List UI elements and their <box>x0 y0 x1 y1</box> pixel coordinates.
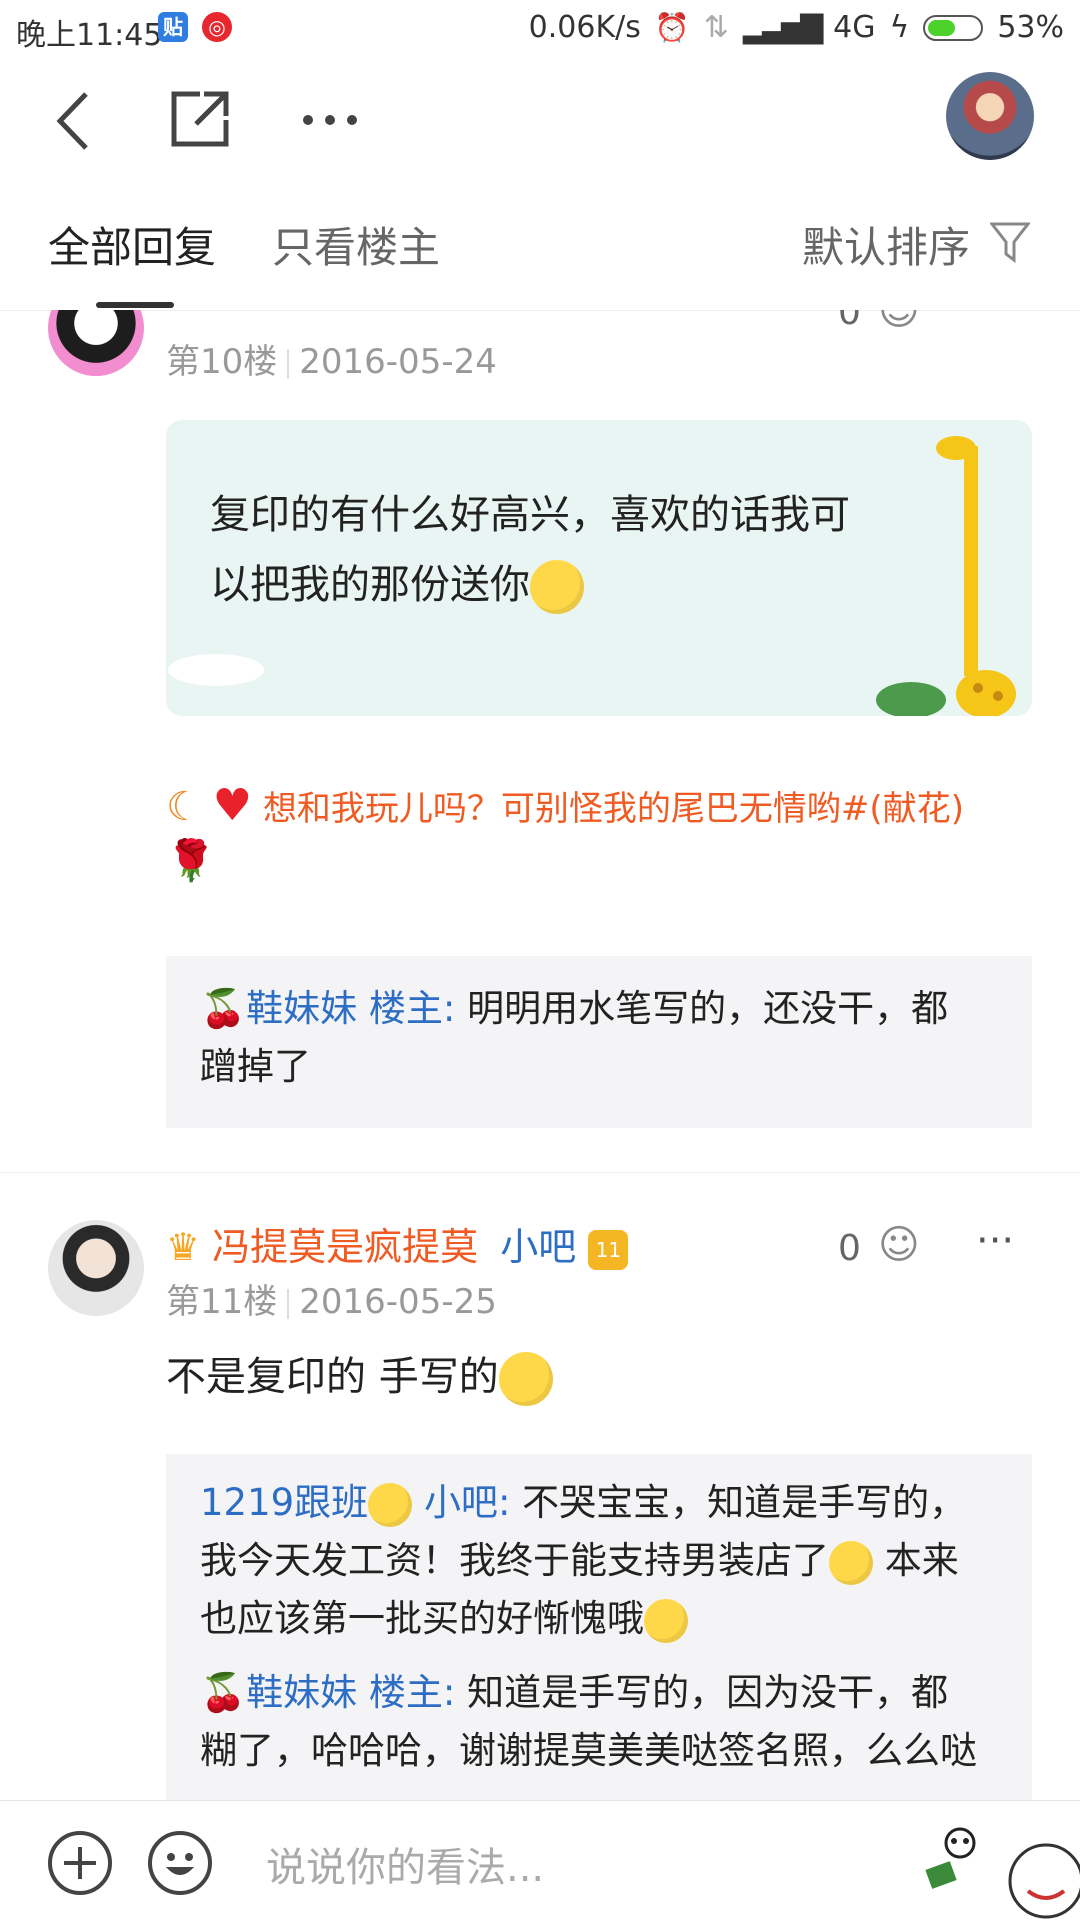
alarm-icon: ⏰ <box>654 11 690 44</box>
post-floor-10: 第10楼 2016-05-24 0 ☺ ··· 复印的有什么好高兴，喜欢的话我可 … <box>0 310 1080 1170</box>
like-icon[interactable]: ☺ <box>878 1222 920 1268</box>
reply-username[interactable]: 1219跟班 <box>200 1481 368 1524</box>
rose-icon: 🌹 <box>166 838 216 884</box>
reply-text-2: 蹭掉了 <box>200 1045 311 1088</box>
reply-username[interactable]: 鞋妹妹 <box>246 1671 357 1714</box>
sub-reply[interactable]: 🍒鞋妹妹 楼主: 明明用水笔写的，还没干，都 蹭掉了 <box>200 980 1010 1096</box>
poster-avatar[interactable] <box>48 1220 144 1316</box>
net-speed: 0.06K/s <box>528 10 641 45</box>
post-divider <box>0 1172 1080 1173</box>
reply-username[interactable]: 鞋妹妹 <box>246 987 357 1030</box>
like-count: 0 <box>838 310 861 333</box>
signature-text: 想和我玩儿吗？可别怪我的尾巴无情哟#(献花) <box>262 789 964 829</box>
add-attachment-button[interactable] <box>48 1831 112 1895</box>
cherry-icon: 🍒 <box>200 1671 247 1714</box>
panda-sticker-icon[interactable] <box>920 1821 990 1901</box>
heart-icon: ♥ <box>212 780 253 831</box>
tab-only-op[interactable]: 只看楼主 <box>272 214 440 275</box>
crying-emoji-icon <box>829 1540 873 1585</box>
bush-decoration-icon <box>876 682 946 716</box>
post-content: 复印的有什么好高兴，喜欢的话我可 以把我的那份送你 <box>210 480 850 620</box>
sub-reply-box: 1219跟班 小吧: 不哭宝宝，知道是手写的， 我今天发工资！我终于能支持男装店… <box>166 1454 1032 1800</box>
user-avatar[interactable] <box>946 72 1034 160</box>
more-icon[interactable]: ··· <box>976 1218 1014 1264</box>
bottom-comment-bar: 说说你的看法... <box>0 1800 1080 1921</box>
reply-text-3: 也应该第一批买的好惭愧哦 <box>200 1597 644 1640</box>
wink-emoji-icon <box>368 1482 413 1527</box>
data-arrows-icon: ⇅ <box>703 10 729 45</box>
like-icon[interactable]: ☺ <box>878 310 920 334</box>
toolbar <box>0 56 1080 176</box>
crying-emoji-icon <box>644 1598 688 1643</box>
poster-username[interactable]: 冯提莫是疯提莫 <box>212 1225 478 1269</box>
post-content: 不是复印的 手写的 <box>166 1342 553 1412</box>
netease-music-icon: ◎ <box>202 12 232 42</box>
tab-underline <box>96 302 174 308</box>
status-bar: 晚上11:45 贴 ◎ 0.06K/s ⏰ ⇅ ▂▃▅▇ 4G ϟ 53% <box>0 0 1080 56</box>
cherry-icon: 🍒 <box>200 987 247 1030</box>
user-signature: ☾ ♥ 想和我玩儿吗？可别怪我的尾巴无情哟#(献花) 🌹 <box>166 780 1026 884</box>
comment-input[interactable]: 说说你的看法... <box>266 1835 544 1893</box>
floor-number: 第10楼 <box>166 342 278 382</box>
emoji-button[interactable] <box>148 1831 212 1895</box>
network-type: 4G <box>833 10 876 45</box>
reply-role: 小吧 <box>423 1481 498 1524</box>
floor-info: 第11楼 2016-05-25 <box>166 1274 497 1323</box>
post-floor-11: ♛ 冯提莫是疯提莫 小吧 11 第11楼 2016-05-25 0 ☺ ··· 不… <box>0 1196 1080 1800</box>
battery-fill <box>928 19 956 36</box>
tab-all-replies[interactable]: 全部回复 <box>48 214 216 275</box>
reply-text-1: 明明用水笔写的，还没干，都 <box>467 987 949 1030</box>
reply-tabs: 全部回复 只看楼主 默认排序 <box>0 176 1080 311</box>
post-date: 2016-05-25 <box>299 1282 497 1322</box>
tieba-notify-icon: 贴 <box>158 12 188 42</box>
level-badge: 11 <box>588 1229 629 1270</box>
emoji-icon <box>530 560 584 614</box>
content-line-1: 复印的有什么好高兴，喜欢的话我可 <box>210 492 850 538</box>
status-right: 0.06K/s ⏰ ⇅ ▂▃▅▇ 4G ϟ 53% <box>529 10 1064 45</box>
poster-name-row: ♛ 冯提莫是疯提莫 小吧 11 <box>166 1216 629 1271</box>
poster-avatar[interactable] <box>48 310 144 376</box>
sub-reply-box: 🍒鞋妹妹 楼主: 明明用水笔写的，还没干，都 蹭掉了 <box>166 956 1032 1128</box>
content-line-2: 以把我的那份送你 <box>210 562 530 608</box>
reply-text-1: 知道是手写的，因为没干，都 <box>467 1671 949 1714</box>
charging-icon: ϟ <box>889 10 910 45</box>
back-chevron-icon[interactable] <box>50 86 100 156</box>
sub-reply[interactable]: 🍒鞋妹妹 楼主: 知道是手写的，因为没干，都 糊了，哈哈哈，谢谢提莫美美哒签名照… <box>200 1664 1010 1780</box>
meme-face-sticker-icon[interactable] <box>1004 1837 1080 1921</box>
poster-role: 小吧 <box>500 1225 577 1269</box>
cloud-decoration-icon <box>168 654 264 686</box>
reply-role: 楼主 <box>368 987 443 1030</box>
content-text: 不是复印的 手写的 <box>166 1354 499 1400</box>
smiley-icon <box>166 1853 194 1875</box>
sort-dropdown[interactable]: 默认排序 <box>802 214 970 275</box>
floor-number: 第11楼 <box>166 1282 278 1322</box>
reply-role: 楼主 <box>368 1671 443 1714</box>
like-count: 0 <box>838 1228 861 1269</box>
post-bubble: 复印的有什么好高兴，喜欢的话我可 以把我的那份送你 <box>166 420 1032 716</box>
status-time: 晚上11:45 <box>16 18 163 53</box>
more-icon[interactable]: ··· <box>976 310 1014 330</box>
reply-text-2: 我今天发工资！我终于能支持男装店了 <box>200 1539 829 1582</box>
plus-icon <box>64 1847 96 1879</box>
more-dots-icon[interactable] <box>300 112 360 128</box>
reply-text-2: 糊了，哈哈哈，谢谢提莫美美哒签名照，么么哒 <box>200 1729 977 1772</box>
reply-text-2b: 本来 <box>884 1539 959 1582</box>
crown-icon: ♛ <box>166 1225 201 1269</box>
crying-emoji-icon <box>498 1352 553 1406</box>
reply-text-1: 不哭宝宝，知道是手写的， <box>522 1481 967 1524</box>
floor-info: 第10楼 2016-05-24 <box>166 334 497 383</box>
flame-icon: ☾ <box>166 784 202 830</box>
share-icon[interactable] <box>170 88 232 150</box>
signal-icon: ▂▃▅▇ <box>742 10 823 45</box>
sub-reply[interactable]: 1219跟班 小吧: 不哭宝宝，知道是手写的， 我今天发工资！我终于能支持男装店… <box>200 1474 1010 1648</box>
filter-icon[interactable] <box>990 220 1030 264</box>
battery-percent: 53% <box>997 10 1064 45</box>
post-date: 2016-05-24 <box>299 342 497 382</box>
battery-icon <box>923 14 984 41</box>
